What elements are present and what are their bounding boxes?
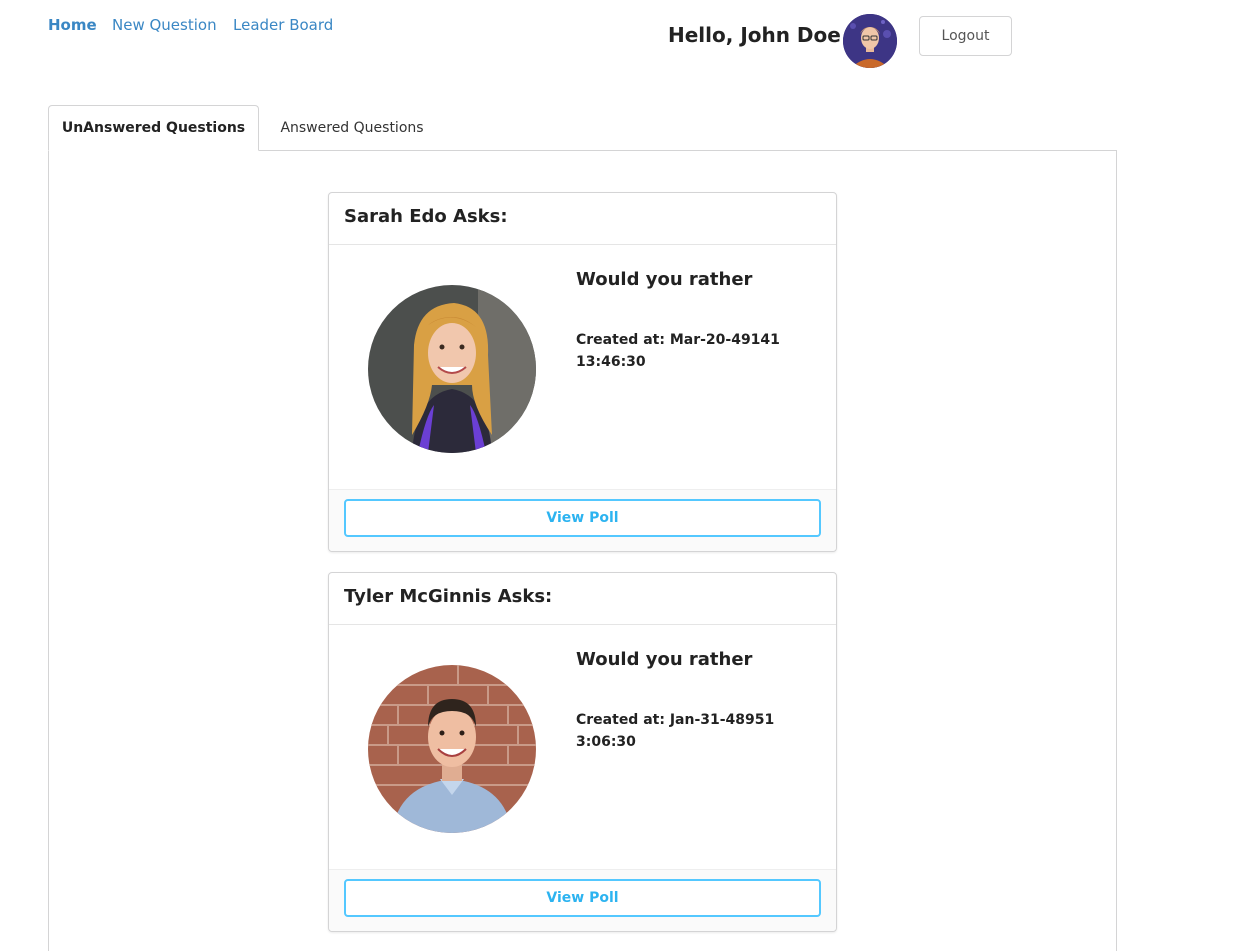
- question-card: Tyler McGinnis Asks: Would you rather Cr…: [328, 572, 837, 932]
- question-created-at: Created at: Mar-20-49141 13:46:30: [576, 332, 780, 370]
- view-poll-button[interactable]: View Poll: [344, 499, 821, 537]
- nav-new-question-link[interactable]: New Question: [112, 16, 217, 34]
- question-author: Tyler McGinnis Asks:: [329, 573, 836, 625]
- nav-leader-board-link[interactable]: Leader Board: [233, 16, 333, 34]
- question-author: Sarah Edo Asks:: [329, 193, 836, 245]
- tab-answered-questions[interactable]: Answered Questions: [262, 105, 442, 151]
- author-avatar: [368, 285, 536, 453]
- author-avatar: [368, 665, 536, 833]
- logout-button[interactable]: Logout: [919, 16, 1012, 56]
- question-title: Would you rather: [576, 269, 753, 290]
- nav-home-link[interactable]: Home: [48, 16, 97, 34]
- question-card: Sarah Edo Asks: Would you rather Created…: [328, 192, 837, 552]
- question-title: Would you rather: [576, 649, 753, 670]
- user-greeting: Hello, John Doe: [668, 23, 841, 47]
- tab-unanswered-questions[interactable]: UnAnswered Questions: [48, 105, 259, 151]
- view-poll-button[interactable]: View Poll: [344, 879, 821, 917]
- user-avatar: [843, 14, 897, 68]
- question-created-at: Created at: Jan-31-48951 3:06:30: [576, 712, 775, 750]
